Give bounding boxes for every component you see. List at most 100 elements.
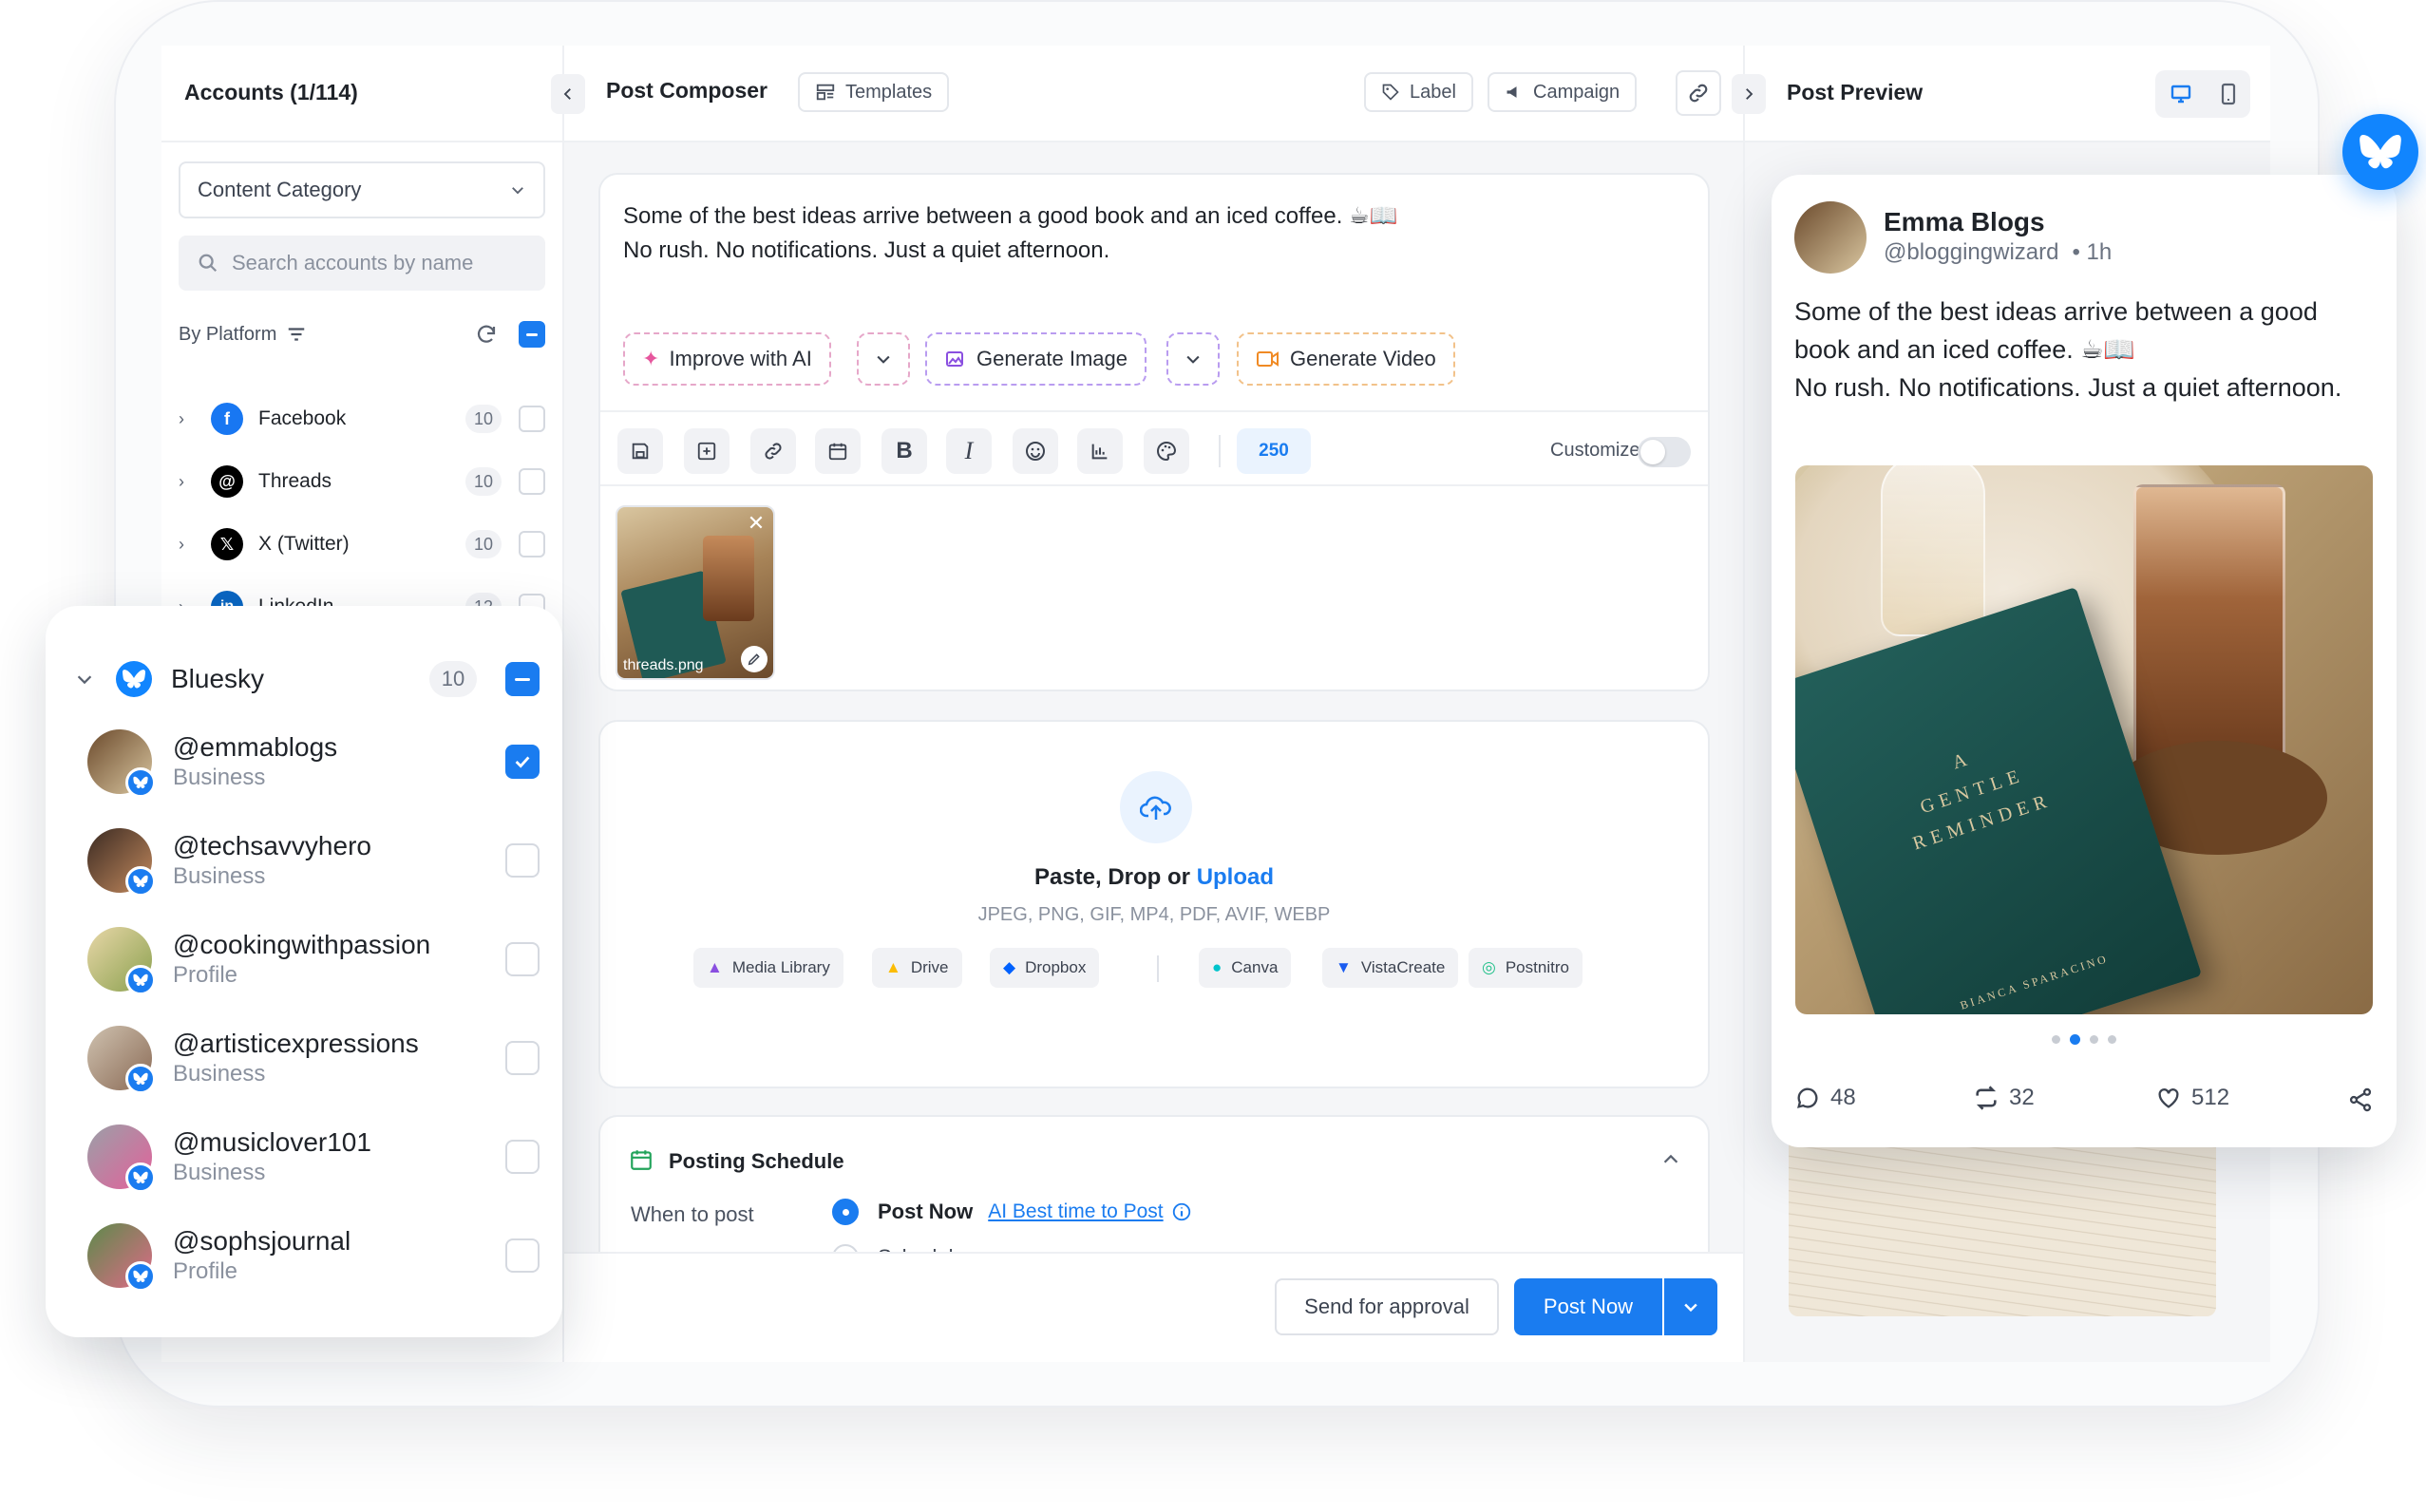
post-textarea[interactable]: Some of the best ideas arrive between a …: [623, 199, 1397, 268]
attachment-thumbnail[interactable]: ✕ threads.png: [616, 505, 775, 680]
improve-ai-dropdown[interactable]: [857, 332, 910, 386]
collapse-right-button[interactable]: [1732, 74, 1766, 114]
likes-stat[interactable]: 512: [2155, 1085, 2229, 1111]
account-row[interactable]: @emmablogs Business: [87, 724, 540, 800]
link-button[interactable]: [1676, 70, 1721, 116]
templates-label: Templates: [845, 81, 933, 103]
chevron-up-icon[interactable]: [1660, 1149, 1681, 1170]
label-button[interactable]: Label: [1364, 72, 1473, 112]
collapse-left-button[interactable]: [551, 74, 585, 114]
post-now-option[interactable]: Post Now AI Best time to Post: [832, 1199, 1192, 1225]
ai-best-time-link[interactable]: AI Best time to Post: [988, 1200, 1163, 1223]
content-category-select[interactable]: Content Category: [179, 161, 545, 218]
generate-image-button[interactable]: Generate Image: [925, 332, 1147, 386]
italic-button[interactable]: I: [946, 428, 992, 474]
carousel-dot[interactable]: [2090, 1035, 2098, 1044]
save-draft-button[interactable]: [617, 428, 663, 474]
carousel-dot[interactable]: [2052, 1035, 2060, 1044]
account-type: Profile: [173, 962, 238, 988]
avatar: [87, 927, 156, 995]
platform-row-facebook[interactable]: › f Facebook 10: [179, 395, 545, 443]
generate-image-dropdown[interactable]: [1166, 332, 1220, 386]
media-library-source[interactable]: ▲ Media Library: [693, 948, 843, 988]
preview-image[interactable]: A GENTLE REMINDER BIANCA SPARACINO: [1795, 465, 2373, 1014]
generate-video-button[interactable]: Generate Video: [1237, 332, 1455, 386]
search-input[interactable]: Search accounts by name: [232, 251, 473, 275]
account-search[interactable]: Search accounts by name: [179, 236, 545, 291]
share-icon[interactable]: [2347, 1087, 2374, 1113]
calendar-button[interactable]: [815, 428, 861, 474]
chevron-down-icon[interactable]: [74, 669, 95, 690]
desktop-icon[interactable]: [2169, 83, 2193, 105]
upload-link[interactable]: Upload: [1197, 864, 1274, 890]
carousel-dot[interactable]: [2108, 1035, 2116, 1044]
mobile-icon[interactable]: [2219, 83, 2238, 105]
refresh-icon[interactable]: [475, 323, 498, 346]
edit-attachment-button[interactable]: [741, 646, 768, 672]
account-checkbox[interactable]: [505, 1238, 540, 1273]
carousel-dots[interactable]: [1772, 1034, 2397, 1045]
comments-stat[interactable]: 48: [1794, 1085, 1856, 1111]
account-handle: @cookingwithpassion: [173, 930, 431, 959]
select-all-checkbox[interactable]: [519, 321, 545, 348]
reposts-stat[interactable]: 32: [1973, 1085, 2035, 1111]
chevron-right-icon[interactable]: ›: [179, 409, 211, 429]
remove-attachment-icon[interactable]: ✕: [745, 513, 768, 536]
upload-card[interactable]: Paste, Drop or Upload JPEG, PNG, GIF, MP…: [598, 720, 1710, 1088]
post-now-radio[interactable]: [832, 1199, 859, 1225]
platform-row-x[interactable]: › 𝕏 X (Twitter) 10: [179, 520, 545, 568]
chevron-right-icon[interactable]: ›: [179, 472, 211, 492]
info-icon[interactable]: [1171, 1201, 1192, 1222]
preview-meta: @bloggingwizard • 1h: [1884, 239, 2112, 266]
account-row[interactable]: @musiclover101 Business: [87, 1119, 540, 1195]
book-author: BIANCA SPARACINO: [1958, 951, 2111, 1012]
account-row[interactable]: @sophsjournal Profile: [87, 1218, 540, 1294]
templates-button[interactable]: Templates: [798, 72, 950, 112]
bluesky-logo-icon: [2342, 114, 2418, 190]
account-row[interactable]: @cookingwithpassion Profile: [87, 921, 540, 997]
source-label: Dropbox: [1025, 958, 1087, 976]
palette-button[interactable]: [1144, 428, 1189, 474]
account-row[interactable]: @techsavvyhero Business: [87, 822, 540, 898]
emoji-button[interactable]: [1013, 428, 1058, 474]
tag-icon: [1382, 84, 1399, 101]
carousel-dot-active[interactable]: [2070, 1034, 2080, 1045]
avatar: [87, 1026, 156, 1094]
platform-name: X (Twitter): [258, 533, 350, 555]
send-approval-button[interactable]: Send for approval: [1275, 1278, 1499, 1335]
platform-checkbox[interactable]: [519, 468, 545, 495]
account-checkbox[interactable]: [505, 942, 540, 976]
insert-link-button[interactable]: [750, 428, 796, 474]
improve-ai-button[interactable]: ✦ Improve with AI: [623, 332, 831, 386]
accounts-title: Accounts (1/114): [184, 80, 358, 104]
account-checkbox[interactable]: [505, 843, 540, 878]
chevron-right-icon[interactable]: ›: [179, 535, 211, 555]
post-text-line: No rush. No notifications. Just a quiet …: [623, 237, 1110, 263]
bluesky-name: Bluesky: [171, 664, 265, 693]
dropbox-source[interactable]: ◆ Dropbox: [990, 948, 1100, 988]
platform-checkbox[interactable]: [519, 531, 545, 558]
account-checkbox[interactable]: [505, 745, 540, 779]
campaign-button[interactable]: Campaign: [1488, 72, 1638, 112]
customize-toggle[interactable]: [1638, 437, 1691, 467]
poll-button[interactable]: [1077, 428, 1123, 474]
account-checkbox[interactable]: [505, 1041, 540, 1075]
by-platform-label[interactable]: By Platform: [179, 324, 276, 346]
bluesky-group-header[interactable]: Bluesky 10: [74, 655, 540, 703]
platform-checkbox[interactable]: [519, 406, 545, 432]
platform-row-threads[interactable]: › @ Threads 10: [179, 458, 545, 505]
drive-source[interactable]: ▲ Drive: [872, 948, 962, 988]
postnitro-source[interactable]: ◎ Postnitro: [1469, 948, 1583, 988]
account-row[interactable]: @artisticexpressions Business: [87, 1020, 540, 1096]
platform-name: Facebook: [258, 407, 347, 429]
post-options-dropdown[interactable]: [1664, 1278, 1717, 1335]
canva-source[interactable]: ● Canva: [1199, 948, 1292, 988]
bluesky-group-checkbox[interactable]: [505, 662, 540, 696]
vistacreate-source[interactable]: ▼ VistaCreate: [1322, 948, 1459, 988]
bold-button[interactable]: B: [881, 428, 927, 474]
insert-media-button[interactable]: [684, 428, 730, 474]
post-now-button[interactable]: Post Now: [1514, 1278, 1662, 1335]
account-checkbox[interactable]: [505, 1140, 540, 1174]
accounts-header: Accounts (1/114): [161, 46, 562, 142]
filter-icon[interactable]: [286, 324, 307, 345]
